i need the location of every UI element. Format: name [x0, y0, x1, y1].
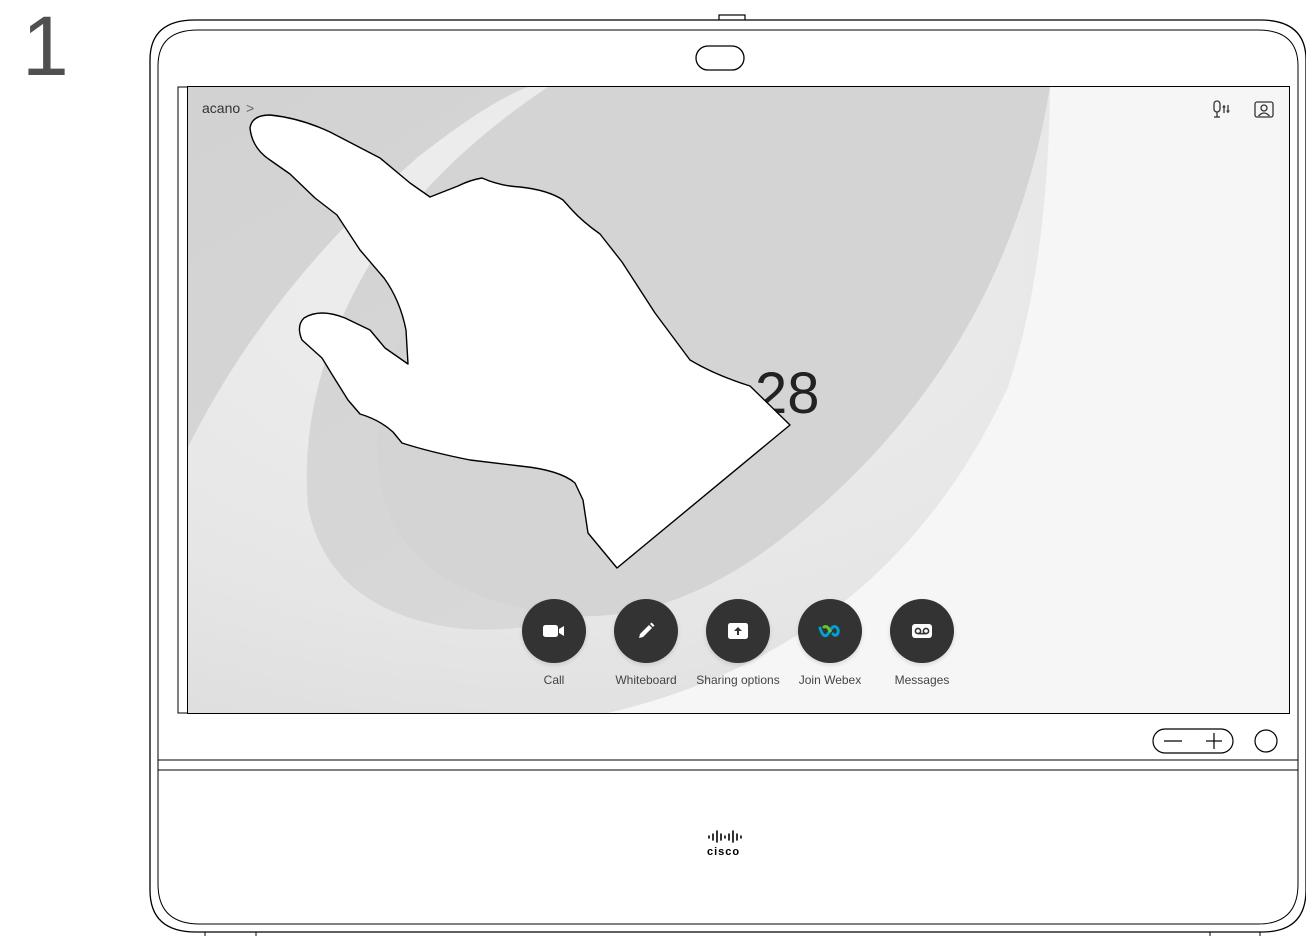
device-illustration: 1 acano > 28 Call Whiteboard Sharing opt…	[0, 0, 1306, 936]
pointing-hand-icon	[249, 114, 791, 569]
cisco-wordmark: cisco	[707, 846, 741, 858]
